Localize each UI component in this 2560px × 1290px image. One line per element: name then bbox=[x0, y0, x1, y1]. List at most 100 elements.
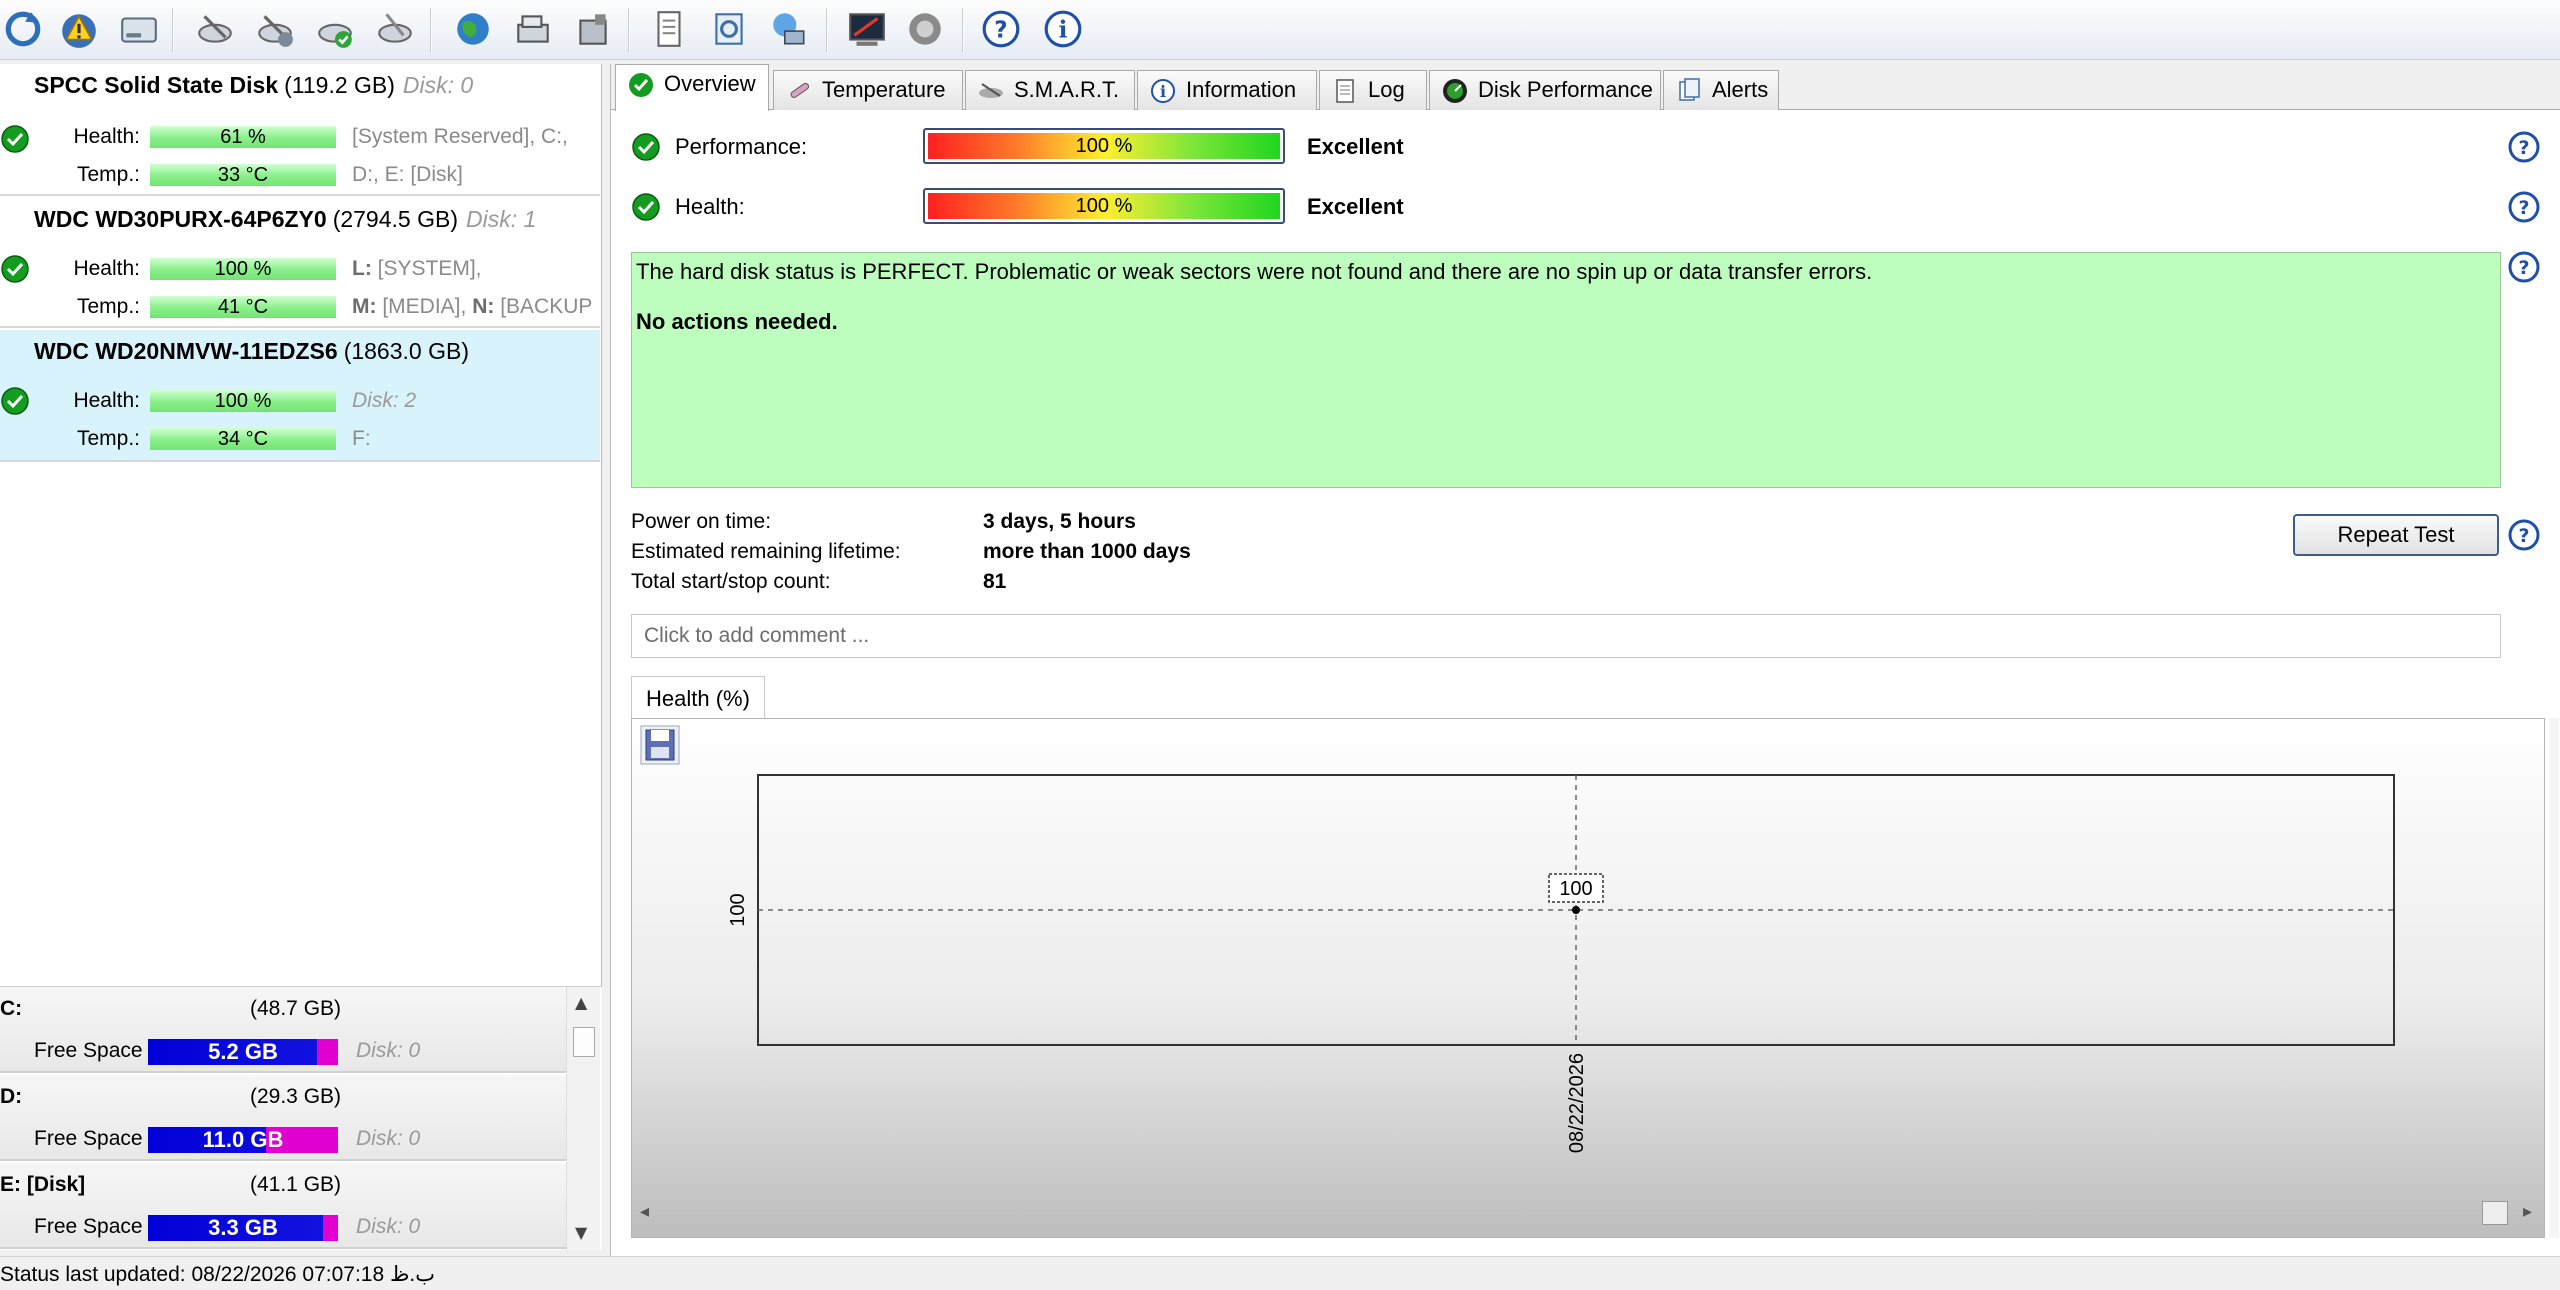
disk-health-row: Health: 61 % [System Reserved], C:, bbox=[0, 122, 600, 152]
free-space-value: 3.3 GB bbox=[208, 1215, 278, 1240]
network-drive-icon[interactable] bbox=[766, 6, 812, 52]
free-space-bar: 5.2 GB bbox=[148, 1039, 338, 1065]
disk-item-selected[interactable]: WDC WD20NMVW-11EDZS6 (1863.0 GB) Health: … bbox=[0, 330, 600, 462]
lifetime-label: Estimated remaining lifetime: bbox=[631, 540, 901, 563]
scroll-down-icon[interactable]: ▼ bbox=[575, 1223, 587, 1242]
disk-temp-row: Temp.: 33 °C D:, E: [Disk] bbox=[0, 160, 600, 190]
benchmark-icon[interactable] bbox=[844, 6, 890, 52]
tab-label: Information bbox=[1186, 77, 1297, 102]
check-icon bbox=[629, 73, 653, 97]
right-scroll-edge bbox=[2549, 718, 2559, 1238]
scroll-up-icon[interactable]: ▲ bbox=[575, 993, 587, 1012]
verify-disk-icon[interactable] bbox=[312, 6, 358, 52]
tab-log[interactable]: Log bbox=[1319, 70, 1427, 110]
alerts-icon bbox=[1679, 78, 1700, 101]
health-verdict: Excellent bbox=[1307, 194, 1404, 219]
log-icon bbox=[1336, 79, 1354, 103]
tab-disk-performance[interactable]: Disk Performance bbox=[1429, 70, 1661, 110]
help-icon[interactable]: ? bbox=[2507, 190, 2541, 224]
server-icon[interactable] bbox=[570, 6, 616, 52]
disk-icon[interactable] bbox=[116, 6, 162, 52]
partition-item[interactable]: E: [Disk] (41.1 GB) Free Space 3.3 GB Di… bbox=[0, 1163, 566, 1249]
test-disk-icon[interactable] bbox=[192, 6, 238, 52]
scroll-right-icon[interactable]: ▸ bbox=[2523, 1201, 2532, 1222]
partition-item[interactable]: D: (29.3 GB) Free Space 11.0 GB Disk: 0 bbox=[0, 1075, 566, 1161]
tab-alerts[interactable]: Alerts bbox=[1663, 70, 1779, 110]
free-space-label: Free Space bbox=[34, 1039, 143, 1062]
chart-tab-health[interactable]: Health (%) bbox=[631, 676, 765, 720]
performance-value: 100 % bbox=[928, 133, 1280, 159]
status-bar: Status last updated: 08/22/2026 07:07:18… bbox=[0, 1256, 2560, 1290]
partition-name: C: bbox=[0, 997, 23, 1020]
about-icon[interactable]: i bbox=[1040, 6, 1086, 52]
help-icon[interactable]: ? bbox=[2507, 518, 2541, 552]
disk-number: Disk: 0 bbox=[402, 72, 474, 98]
status-message-box: The hard disk status is PERFECT. Problem… bbox=[631, 252, 2501, 488]
partition-disk: Disk: 0 bbox=[356, 1039, 421, 1062]
extended-test-icon[interactable] bbox=[252, 6, 298, 52]
partition-disk: Disk: 0 bbox=[356, 1215, 421, 1238]
tab-label: Log bbox=[1368, 77, 1405, 102]
svg-text:i: i bbox=[1160, 82, 1166, 101]
repeat-test-button[interactable]: Repeat Test bbox=[2293, 514, 2499, 556]
web-icon[interactable] bbox=[450, 6, 496, 52]
refresh-icon[interactable] bbox=[0, 6, 46, 52]
partition-scrollbar[interactable]: ▲ ▼ bbox=[566, 987, 600, 1251]
disk-settings-icon[interactable] bbox=[372, 6, 418, 52]
help-icon[interactable]: ? bbox=[2507, 250, 2541, 284]
data-point bbox=[1572, 906, 1580, 914]
health-bar: 100 % bbox=[150, 258, 336, 280]
disk-item[interactable]: WDC WD30PURX-64P6ZY0 (2794.5 GB) Disk: 1 H… bbox=[0, 198, 600, 328]
status-ok-icon bbox=[632, 193, 660, 221]
health-bar: 100 % bbox=[150, 390, 336, 412]
disk-temp-row: Temp.: 34 °C F: bbox=[0, 424, 600, 454]
free-space-label: Free Space bbox=[34, 1127, 143, 1150]
svg-text:i: i bbox=[1059, 16, 1068, 43]
y-tick-label: 100 bbox=[727, 893, 749, 926]
free-space-bar: 11.0 GB bbox=[148, 1127, 338, 1153]
tab-temperature[interactable]: Temperature bbox=[773, 70, 963, 110]
performance-label: Performance: bbox=[675, 134, 808, 159]
scroll-thumb[interactable] bbox=[2482, 1201, 2508, 1225]
comment-field[interactable]: Click to add comment ... bbox=[631, 614, 2501, 658]
status-bar-text: Status last updated: 08/22/2026 07:07:18… bbox=[0, 1263, 436, 1286]
disk-volumes: M: [MEDIA], N: [BACKUP bbox=[352, 295, 593, 318]
tab-information[interactable]: i Information bbox=[1137, 70, 1317, 110]
network-icon[interactable] bbox=[510, 6, 556, 52]
alert-settings-icon[interactable] bbox=[56, 6, 102, 52]
tab-smart[interactable]: S.M.A.R.T. bbox=[965, 70, 1135, 110]
scroll-thumb[interactable] bbox=[573, 1027, 595, 1057]
disk-name: WDC WD30PURX-64P6ZY0 bbox=[34, 206, 327, 232]
tab-overview[interactable]: Overview bbox=[615, 64, 769, 111]
svg-text:?: ? bbox=[2518, 137, 2529, 159]
temp-bar: 41 °C bbox=[150, 296, 336, 318]
disk-volumes: D:, E: [Disk] bbox=[352, 163, 463, 186]
chart-scrollbar[interactable]: ◂ ▸ bbox=[640, 1199, 2536, 1227]
action-text: No actions needed. bbox=[636, 309, 838, 334]
details-panel: Overview Temperature S.M.A.R.T. i Inform… bbox=[610, 64, 2560, 1256]
startstop-value: 81 bbox=[983, 570, 1007, 593]
report-icon[interactable] bbox=[646, 6, 692, 52]
disk-name: SPCC Solid State Disk bbox=[34, 72, 279, 98]
update-icon[interactable] bbox=[706, 6, 752, 52]
help-icon[interactable]: ? bbox=[2507, 130, 2541, 164]
disk-health-row: Health: 100 % Disk: 2 bbox=[0, 386, 600, 416]
temp-label: Temp.: bbox=[76, 427, 140, 450]
partition-name: E: [Disk] bbox=[0, 1173, 86, 1196]
tab-label: Overview bbox=[664, 71, 756, 96]
performance-verdict: Excellent bbox=[1307, 134, 1404, 159]
temp-label: Temp.: bbox=[76, 295, 140, 318]
used-space-fill bbox=[322, 1215, 338, 1241]
disk-capacity: (119.2 GB) bbox=[284, 72, 395, 98]
main-toolbar: ? i bbox=[0, 0, 2560, 60]
help-icon[interactable]: ? bbox=[978, 6, 1024, 52]
tab-bar: Overview Temperature S.M.A.R.T. i Inform… bbox=[611, 64, 2560, 111]
disk-item[interactable]: SPCC Solid State Disk (119.2 GB) Disk: 0 H… bbox=[0, 64, 600, 196]
performance-meter: 100 % bbox=[923, 128, 1285, 164]
temp-label: Temp.: bbox=[76, 163, 140, 186]
sound-icon[interactable] bbox=[902, 6, 948, 52]
scroll-left-icon[interactable]: ◂ bbox=[640, 1201, 649, 1222]
health-bar: 61 % bbox=[150, 126, 336, 148]
status-ok-icon bbox=[632, 133, 660, 161]
partition-item[interactable]: C: (48.7 GB) Free Space 5.2 GB Disk: 0 bbox=[0, 987, 566, 1073]
